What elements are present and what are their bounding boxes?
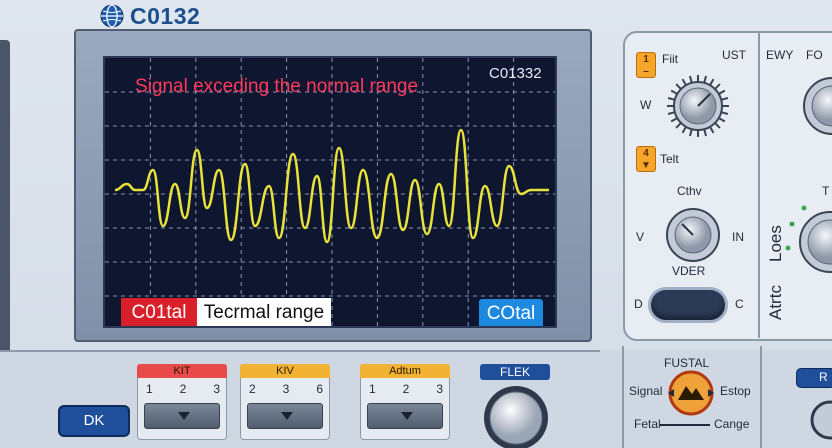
group-head: KIV — [240, 364, 330, 378]
fustal-divider — [622, 346, 624, 448]
button-group-2: KIV 2 3 6 — [240, 364, 330, 440]
cthv-label: Cthv — [677, 184, 702, 198]
group-head: Adtum — [360, 364, 450, 378]
d-label: D — [634, 297, 643, 311]
oval-select-button[interactable] — [648, 287, 728, 323]
group-slider-button[interactable] — [247, 403, 323, 429]
group-numbers: 1 2 3 — [146, 382, 220, 396]
signal-label: Signal — [629, 384, 663, 398]
vder-label: VDER — [672, 264, 706, 278]
level-knob-right[interactable] — [784, 194, 832, 288]
group-number[interactable]: 6 — [316, 382, 323, 396]
ust-label: UST — [722, 48, 746, 62]
loes-label: Loes — [766, 225, 785, 262]
group-number[interactable]: 2 — [249, 382, 256, 396]
brand-title: C0132 — [130, 2, 201, 29]
channel-1-number: 1 — [643, 54, 649, 65]
right-divider — [760, 346, 762, 448]
brand: C0132 — [100, 2, 200, 30]
in-label: IN — [732, 230, 744, 244]
flek-knob[interactable] — [480, 380, 552, 448]
channel-1-button[interactable]: 1– — [636, 52, 656, 78]
timebase-knob[interactable] — [664, 72, 732, 140]
channel-4-button[interactable]: 4 ▼ — [636, 146, 656, 172]
cange-label: Cange — [714, 417, 750, 431]
globe-icon — [100, 4, 124, 28]
fiit-label: Fiit — [662, 52, 678, 66]
fo-label: FO — [806, 48, 823, 62]
corner-knob[interactable] — [806, 400, 832, 448]
group-slider-button[interactable] — [367, 403, 443, 429]
warning-text: Signal exceding the normal range — [135, 76, 419, 97]
r-button[interactable]: R — [796, 368, 832, 388]
fetal-label: Fetal — [634, 417, 661, 431]
channel-label-left: C01tal — [121, 298, 197, 326]
group-number[interactable]: 3 — [283, 382, 290, 396]
atrtc-label: Atrtc — [766, 285, 785, 320]
triangle-down-icon — [281, 412, 293, 420]
panel-divider — [758, 33, 760, 338]
group-number[interactable]: 1 — [369, 382, 376, 396]
group-number[interactable]: 2 — [180, 382, 187, 396]
triangle-down-icon — [401, 412, 413, 420]
left-edge — [0, 40, 10, 370]
dk-button[interactable]: DK — [58, 405, 130, 437]
screen-code: C01332 — [489, 65, 542, 82]
group-number[interactable]: 3 — [436, 382, 443, 396]
w-label: W — [640, 98, 652, 112]
scope-screen: Signal exceding the normal range C01332 … — [103, 56, 557, 328]
channel-label-right: COtal — [479, 299, 543, 326]
c-label: C — [735, 297, 744, 311]
range-line — [660, 424, 710, 426]
triangle-down-icon — [178, 412, 190, 420]
group-head: KIT — [137, 364, 227, 378]
group-numbers: 2 3 6 — [249, 382, 323, 396]
fustal-label: FUSTAL — [664, 356, 710, 370]
estop-label: Estop — [720, 384, 751, 398]
group-number[interactable]: 1 — [146, 382, 153, 396]
waveform-plot — [105, 58, 555, 326]
button-group-1: KIT 1 2 3 — [137, 364, 227, 440]
bottom-divider — [0, 350, 600, 352]
button-group-3: Adtum 1 2 3 — [360, 364, 450, 440]
channel-4-number: 4 — [643, 148, 649, 159]
group-slider-button[interactable] — [144, 403, 220, 429]
group-number[interactable]: 2 — [403, 382, 410, 396]
volts-knob[interactable] — [660, 202, 726, 268]
range-label: Tecrmal range — [197, 298, 331, 326]
group-numbers: 1 2 3 — [369, 382, 443, 396]
r-button-label: R — [819, 370, 828, 384]
ewy-label: EWY — [766, 48, 794, 62]
warning-dial-icon[interactable] — [666, 370, 716, 416]
telt-label: Telt — [660, 152, 679, 166]
group-number[interactable]: 3 — [213, 382, 220, 396]
v-label: V — [636, 230, 645, 244]
flek-label: FLEK — [480, 364, 550, 380]
